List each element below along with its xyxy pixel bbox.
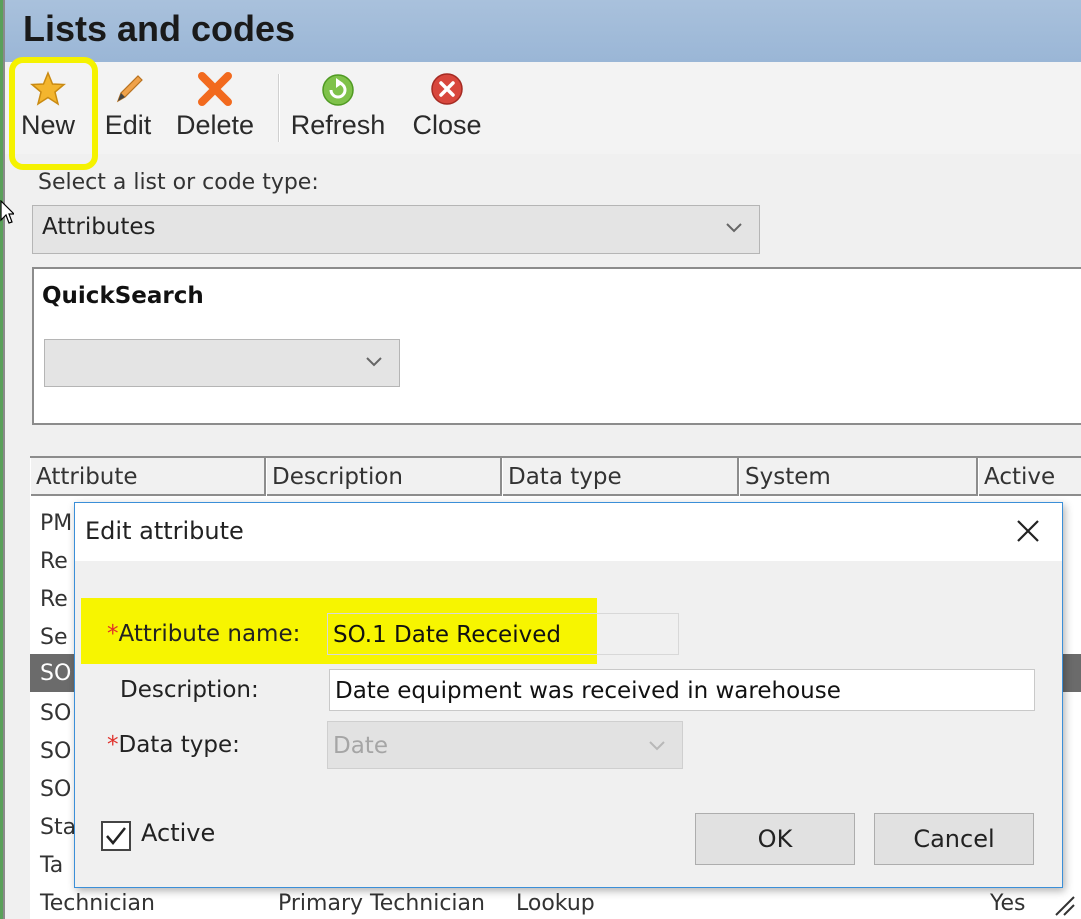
required-marker: *: [107, 732, 119, 758]
active-checkbox[interactable]: [101, 821, 131, 851]
delete-button[interactable]: Delete: [171, 70, 259, 150]
toolbar-separator: [278, 74, 280, 142]
quicksearch-panel: QuickSearch: [32, 267, 1081, 425]
window-title: Lists and codes: [23, 8, 295, 50]
column-header-attribute[interactable]: Attribute: [30, 458, 266, 496]
cell-description: Primary Technician: [278, 891, 485, 916]
refresh-button[interactable]: Refresh: [290, 70, 386, 150]
close-button-label: Close: [407, 110, 487, 141]
pencil-icon: [97, 70, 159, 108]
data-type-select[interactable]: Date: [327, 721, 683, 769]
attribute-name-label-text: Attribute name:: [119, 621, 301, 647]
window-edge-accent: [0, 0, 3, 919]
close-circle-icon: [407, 70, 487, 108]
active-label: Active: [141, 819, 215, 847]
data-type-label-text: Data type:: [119, 732, 240, 758]
checkmark-icon: [103, 823, 129, 849]
description-value: Date equipment was received in warehouse: [335, 678, 841, 704]
cell-attribute: Re: [40, 587, 68, 612]
cell-attribute: Ta: [40, 853, 63, 878]
attribute-name-field[interactable]: SO.1 Date Received: [327, 613, 679, 655]
title-bar: Lists and codes: [5, 0, 1081, 62]
cell-attribute: Re: [40, 549, 68, 574]
cell-attribute: Technician: [40, 891, 155, 916]
cell-data-type: Lookup: [516, 891, 595, 916]
cell-attribute: Sta: [40, 815, 76, 840]
quicksearch-select[interactable]: [44, 339, 400, 387]
dialog-title-bar: Edit attribute: [75, 503, 1062, 561]
mouse-cursor-icon: [0, 200, 14, 230]
description-field[interactable]: Date equipment was received in warehouse: [329, 669, 1035, 711]
delete-x-icon: [171, 70, 259, 108]
chevron-down-icon: [646, 734, 668, 760]
column-header-data-type[interactable]: Data type: [502, 458, 739, 496]
table-row[interactable]: Technician Primary Technician Lookup Yes: [30, 884, 1081, 919]
refresh-button-label: Refresh: [290, 110, 386, 141]
edit-button[interactable]: Edit: [97, 70, 159, 150]
new-button-highlight: [9, 57, 98, 170]
grid-header: Attribute Description Data type System A…: [30, 458, 1081, 496]
description-label: Description:: [120, 677, 259, 703]
cancel-button[interactable]: Cancel: [874, 813, 1034, 865]
resize-grip-icon[interactable]: [1052, 893, 1076, 919]
column-header-system[interactable]: System: [739, 458, 978, 496]
delete-button-label: Delete: [171, 110, 259, 141]
list-type-select[interactable]: Attributes: [32, 205, 760, 254]
cell-attribute: SO: [40, 701, 71, 726]
cell-attribute: SO: [40, 777, 71, 802]
refresh-icon: [290, 70, 386, 108]
cell-attribute: SO: [40, 739, 71, 764]
chevron-down-icon: [723, 216, 745, 242]
column-header-active[interactable]: Active: [978, 458, 1081, 496]
edit-attribute-dialog: Edit attribute *Attribute name: SO.1 Dat…: [74, 502, 1063, 888]
toolbar: New Edit Delete Refresh Close: [5, 62, 1081, 154]
cell-active: Yes: [990, 891, 1026, 916]
attribute-name-label: *Attribute name:: [107, 621, 300, 647]
column-header-description[interactable]: Description: [266, 458, 502, 496]
cell-attribute: PM: [40, 511, 72, 536]
close-button[interactable]: Close: [407, 70, 487, 150]
edit-button-label: Edit: [97, 110, 159, 141]
data-type-label: *Data type:: [107, 732, 240, 758]
required-marker: *: [107, 621, 119, 647]
cell-attribute: Se: [40, 625, 68, 650]
ok-button[interactable]: OK: [695, 813, 855, 865]
cell-attribute: SO: [40, 661, 71, 686]
data-type-value: Date: [333, 733, 388, 759]
chevron-down-icon: [363, 350, 385, 376]
quicksearch-title: QuickSearch: [42, 283, 204, 309]
dialog-title: Edit attribute: [85, 517, 244, 545]
list-type-value: Attributes: [42, 214, 156, 240]
attribute-name-value: SO.1 Date Received: [333, 622, 561, 648]
close-icon[interactable]: [1012, 515, 1044, 547]
list-type-label: Select a list or code type:: [38, 170, 319, 195]
